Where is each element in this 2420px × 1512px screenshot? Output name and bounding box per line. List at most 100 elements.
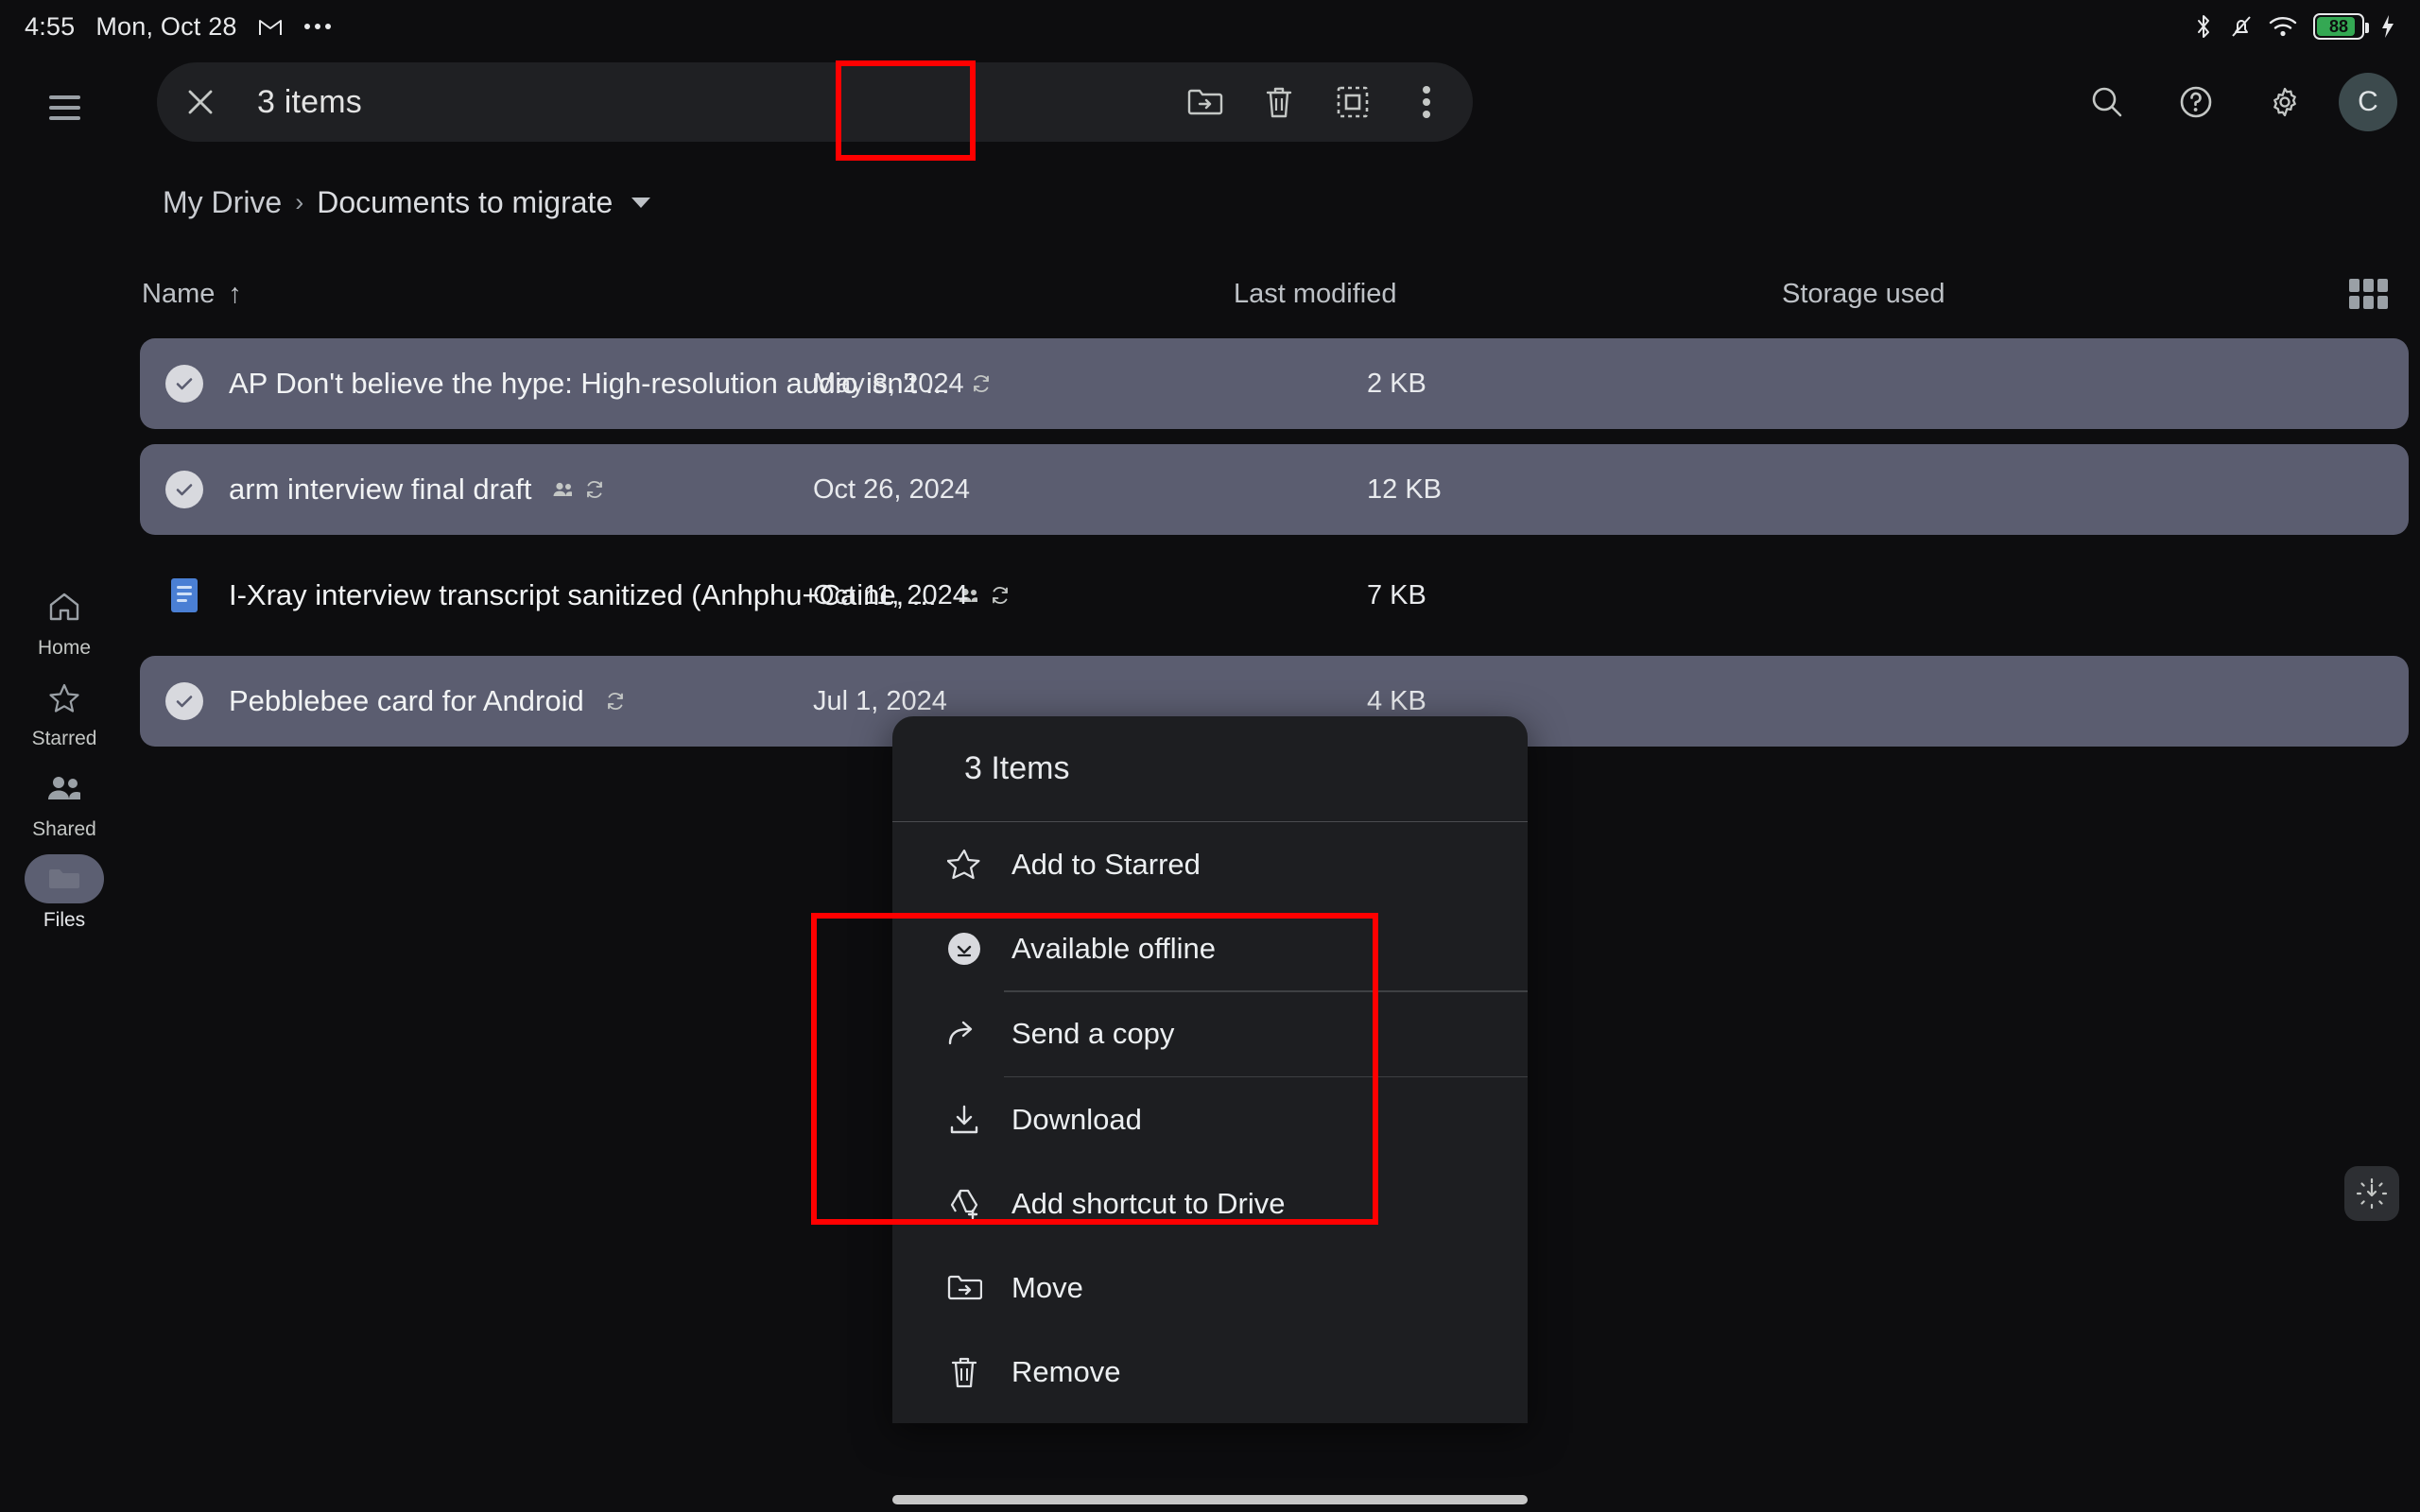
column-headers: Name ↑ Last modified Storage used <box>142 265 2401 323</box>
column-header-storage-used[interactable]: Storage used <box>1782 279 2335 310</box>
sidebar-item-shared[interactable]: Shared <box>8 764 121 841</box>
file-badges <box>605 691 626 712</box>
home-icon <box>48 592 80 622</box>
status-bar-right: 88 <box>2193 13 2395 40</box>
breadcrumb-current[interactable]: Documents to migrate <box>317 185 613 220</box>
row-leading-icon[interactable] <box>149 682 219 720</box>
grid-view-icon[interactable] <box>2335 279 2401 309</box>
close-selection-button[interactable] <box>166 68 234 136</box>
file-name: arm interview final draft <box>229 472 532 506</box>
bluetooth-icon <box>2193 13 2214 40</box>
breadcrumb-separator: › <box>295 187 304 216</box>
offline-sync-icon <box>990 585 1011 606</box>
rail-items: Home Starred Shared Files <box>0 582 129 932</box>
menu-item-label: Move <box>1011 1270 1083 1304</box>
status-clock: 4:55 <box>25 11 76 41</box>
sidebar-item-home[interactable]: Home <box>8 582 121 660</box>
brightness-dim-button[interactable] <box>2344 1166 2399 1221</box>
column-header-name[interactable]: Name ↑ <box>142 279 1234 310</box>
menu-item-label: Remove <box>1011 1354 1121 1388</box>
top-right-actions: C <box>2072 62 2397 142</box>
row-leading-icon[interactable] <box>149 365 219 403</box>
avatar[interactable]: C <box>2339 73 2397 131</box>
menu-item-remove[interactable]: Remove <box>892 1330 1528 1414</box>
file-badges <box>971 373 992 394</box>
more-dots-icon <box>303 23 332 30</box>
folder-move-icon <box>936 1273 993 1303</box>
chevron-down-icon[interactable] <box>631 197 651 208</box>
table-row[interactable]: AP Don't believe the hype: High-resoluti… <box>140 338 2409 429</box>
sidebar-item-files[interactable]: Files <box>8 854 121 932</box>
notifications-off-icon <box>2230 13 2253 40</box>
file-size: 2 KB <box>1367 368 1426 399</box>
row-leading-icon[interactable] <box>149 471 219 508</box>
file-badges <box>552 479 605 500</box>
menu-item-available-offline[interactable]: Available offline <box>892 906 1528 990</box>
more-options-button[interactable] <box>1390 65 1463 139</box>
select-all-button[interactable] <box>1316 65 1390 139</box>
wifi-icon <box>2269 15 2297 38</box>
status-bar-left: 4:55 Mon, Oct 28 <box>25 12 332 42</box>
check-circle-icon <box>165 682 203 720</box>
selection-action-bar: 3 items <box>157 62 1473 142</box>
offline-sync-icon <box>605 691 626 712</box>
sidebar-item-starred-label: Starred <box>31 728 97 749</box>
file-name: Pebblebee card for Android <box>229 684 584 717</box>
menu-item-label: Available offline <box>1011 931 1217 965</box>
move-to-folder-button[interactable] <box>1168 65 1242 139</box>
battery-indicator: 88 <box>2313 13 2369 40</box>
avatar-initial: C <box>2358 86 2378 117</box>
help-button[interactable] <box>2161 67 2231 137</box>
table-row[interactable]: arm interview final draft Oct 26, 2024 1… <box>140 444 2409 535</box>
sidebar-item-shared-label: Shared <box>32 818 96 840</box>
search-button[interactable] <box>2072 67 2142 137</box>
brightness-dim-icon <box>2356 1177 2388 1210</box>
menu-item-label: Download <box>1011 1102 1142 1136</box>
row-leading-icon[interactable] <box>149 576 219 615</box>
breadcrumb-root[interactable]: My Drive <box>163 185 282 220</box>
drive-files-screen: 4:55 Mon, Oct 28 88 Home Starred Shared … <box>0 0 2420 1512</box>
file-size: 4 KB <box>1367 685 1426 716</box>
file-size: 12 KB <box>1367 473 1442 505</box>
google-docs-icon <box>168 576 200 615</box>
sidebar-item-files-label: Files <box>43 909 86 931</box>
shared-people-icon <box>552 481 573 498</box>
menu-item-label: Add shortcut to Drive <box>1011 1186 1286 1220</box>
context-menu-header: 3 Items <box>892 716 1528 822</box>
status-bar: 4:55 Mon, Oct 28 88 <box>0 0 2420 53</box>
gmail-icon <box>258 16 283 37</box>
star-icon <box>48 682 80 713</box>
people-icon <box>46 774 82 802</box>
hamburger-menu-icon[interactable] <box>38 81 91 134</box>
file-modified: Oct 11, 2024 <box>813 579 968 610</box>
status-date: Mon, Oct 28 <box>95 11 237 41</box>
delete-button[interactable] <box>1242 65 1316 139</box>
menu-item-download[interactable]: Download <box>892 1077 1528 1161</box>
folder-icon <box>47 866 81 892</box>
menu-item-send-a-copy[interactable]: Send a copy <box>892 992 1528 1076</box>
menu-item-add-to-starred[interactable]: Add to Starred <box>892 822 1528 906</box>
column-header-last-modified[interactable]: Last modified <box>1234 279 1782 310</box>
selection-count-label: 3 items <box>257 83 362 120</box>
file-list: AP Don't believe the hype: High-resoluti… <box>140 338 2409 762</box>
sort-ascending-icon: ↑ <box>228 278 242 309</box>
menu-item-move[interactable]: Move <box>892 1246 1528 1330</box>
sidebar-item-starred[interactable]: Starred <box>8 673 121 750</box>
context-menu-drag-handle[interactable] <box>892 1495 1528 1504</box>
context-menu: 3 Items Add to Starred Available offline… <box>892 716 1528 1423</box>
table-row[interactable]: I-Xray interview transcript sanitized (A… <box>140 550 2409 641</box>
check-circle-icon <box>165 471 203 508</box>
menu-item-add-shortcut-to-drive[interactable]: Add shortcut to Drive <box>892 1161 1528 1246</box>
offline-sync-icon <box>584 479 605 500</box>
file-modified: Oct 26, 2024 <box>813 473 971 505</box>
left-navigation-rail: Home Starred Shared Files <box>0 53 129 1512</box>
check-circle-icon <box>165 365 203 403</box>
add-shortcut-drive-icon <box>936 1188 993 1220</box>
share-arrow-icon <box>936 1020 993 1048</box>
battery-level: 88 <box>2328 16 2349 36</box>
settings-button[interactable] <box>2250 67 2320 137</box>
file-modified: Jul 1, 2024 <box>813 685 947 716</box>
sidebar-item-home-label: Home <box>37 637 92 659</box>
download-icon <box>936 1104 993 1136</box>
file-modified: May 8, 2024 <box>813 368 964 399</box>
